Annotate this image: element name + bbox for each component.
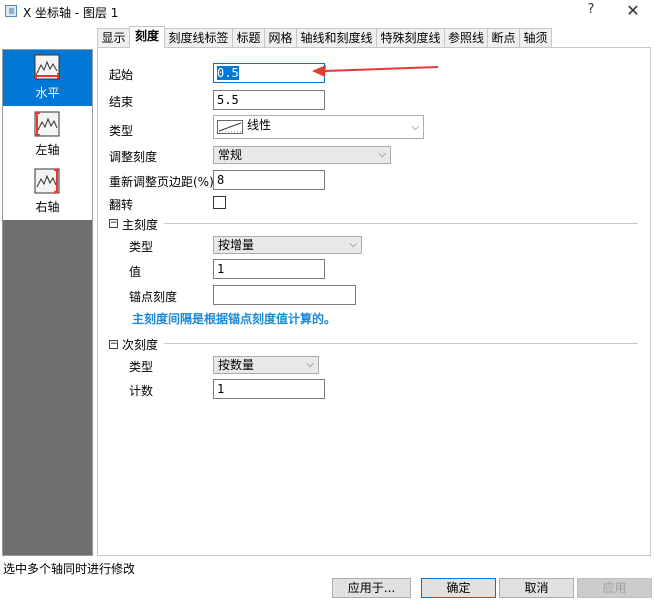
to-input[interactable]: 5.5 — [213, 90, 325, 110]
rescale-select-value: 常规 — [218, 148, 243, 162]
rescale-label: 调整刻度 — [109, 150, 158, 164]
tab-reference-lines[interactable]: 参照线 — [444, 28, 488, 47]
tab-special-ticks[interactable]: 特殊刻度线 — [376, 28, 445, 47]
major-group-title: 主刻度 — [122, 218, 159, 232]
tab-display[interactable]: 显示 — [97, 28, 130, 47]
tab-grid[interactable]: 网格 — [264, 28, 297, 47]
from-label: 起始 — [109, 68, 134, 82]
major-type-select[interactable]: 按增量 ⌵ — [213, 236, 362, 254]
to-label: 结束 — [109, 95, 134, 109]
major-value-input[interactable]: 1 — [213, 259, 325, 279]
horizontal-axis-icon — [34, 54, 60, 80]
major-value-label: 值 — [129, 265, 142, 279]
axis-item-horizontal[interactable]: 水平 — [3, 50, 92, 106]
tab-rug[interactable]: 轴须 — [519, 28, 552, 47]
anchor-tick-label: 锚点刻度 — [129, 290, 178, 304]
major-group-divider — [164, 223, 638, 224]
rescale-margin-label: 重新调整页边距(%) — [109, 175, 214, 189]
from-input[interactable]: 0.5 — [213, 63, 325, 83]
minor-group-title: 次刻度 — [122, 338, 159, 352]
close-button[interactable]: ✕ — [625, 1, 641, 20]
tab-tick-labels[interactable]: 刻度线标签 — [164, 28, 233, 47]
status-text: 选中多个轴同时进行修改 — [3, 562, 136, 576]
left-axis-icon — [34, 111, 60, 137]
reverse-checkbox[interactable] — [213, 196, 226, 209]
axis-item-left[interactable]: 左轴 — [3, 107, 92, 163]
minor-collapse-toggle[interactable]: − — [109, 340, 118, 349]
tab-line-ticks[interactable]: 轴线和刻度线 — [296, 28, 377, 47]
rescale-select[interactable]: 常规 ⌵ — [213, 146, 391, 164]
annotation-arrow-icon — [312, 65, 439, 77]
axis-label-left: 左轴 — [35, 143, 60, 157]
chevron-down-icon: ⌵ — [349, 239, 357, 250]
cancel-button[interactable]: 取消 — [499, 578, 574, 598]
axis-label-horizontal: 水平 — [35, 86, 60, 100]
minor-type-value: 按数量 — [218, 358, 255, 372]
ok-button[interactable]: 确定 — [421, 578, 496, 598]
minor-type-label: 类型 — [129, 360, 154, 374]
minor-type-select[interactable]: 按数量 ⌵ — [213, 356, 319, 374]
apply-to-button[interactable]: 应用于... — [332, 578, 411, 598]
from-input-value: 0.5 — [217, 66, 239, 80]
major-hint-text: 主刻度间隔是根据锚点刻度值计算的。 — [132, 312, 337, 326]
rescale-margin-input[interactable]: 8 — [213, 170, 325, 190]
app-icon — [5, 5, 17, 17]
axis-list: 水平 左轴 右轴 — [3, 50, 92, 220]
anchor-tick-input[interactable] — [213, 285, 356, 305]
type-select[interactable]: 线性 ⌵ — [213, 115, 424, 139]
type-select-value: 线性 — [247, 118, 272, 132]
axis-item-right[interactable]: 右轴 — [3, 164, 92, 220]
axis-label-right: 右轴 — [35, 200, 60, 214]
apply-button[interactable]: 应用 — [577, 578, 652, 598]
tab-scale[interactable]: 刻度 — [129, 26, 165, 48]
major-type-label: 类型 — [129, 240, 154, 254]
chevron-down-icon: ⌵ — [411, 122, 419, 133]
major-collapse-toggle[interactable]: − — [109, 219, 118, 228]
chevron-down-icon: ⌵ — [378, 149, 386, 160]
right-axis-icon — [34, 168, 60, 194]
type-label: 类型 — [109, 124, 134, 138]
chevron-down-icon: ⌵ — [306, 359, 314, 370]
reverse-label: 翻转 — [109, 198, 134, 212]
tab-title[interactable]: 标题 — [232, 28, 265, 47]
title-bar: X 坐标轴 - 图层 1 ? ✕ — [0, 0, 655, 24]
minor-count-input[interactable]: 1 — [213, 379, 325, 399]
window-title: X 坐标轴 - 图层 1 — [23, 6, 119, 20]
minor-count-label: 计数 — [129, 384, 154, 398]
help-button[interactable]: ? — [583, 2, 599, 20]
major-type-value: 按增量 — [218, 238, 255, 252]
minor-group-divider — [164, 343, 638, 344]
linear-scale-icon — [217, 120, 243, 134]
tab-breaks[interactable]: 断点 — [487, 28, 520, 47]
